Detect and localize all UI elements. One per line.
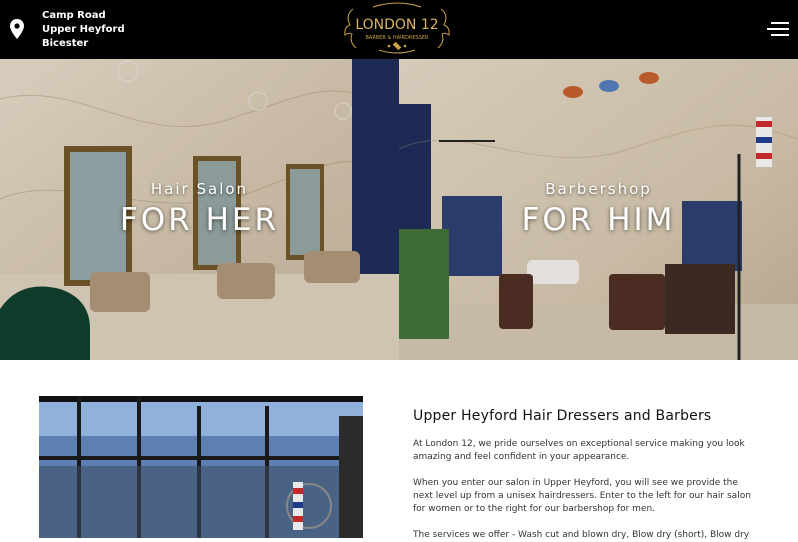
section-heading: Upper Heyford Hair Dressers and Barbers <box>413 408 712 424</box>
about-paragraph: The services we offer - Wash cut and blo… <box>413 530 750 540</box>
hamburger-menu-icon[interactable] <box>767 20 789 38</box>
about-section: Upper Heyford Hair Dressers and Barbers … <box>413 408 753 540</box>
barbershop-panel[interactable]: Barbershop FOR HIM <box>399 59 798 360</box>
storefront-image <box>39 396 363 538</box>
hero-title: FOR HIM <box>521 202 676 238</box>
brand-logo[interactable]: LONDON 12 BARBER & HAIRDRESSER <box>343 1 451 56</box>
scissors-icon <box>387 41 407 51</box>
address-line: Camp Road <box>42 10 106 21</box>
address-line: Upper Heyford <box>42 24 125 35</box>
hero-subtitle: Barbershop <box>545 180 652 198</box>
hero-title: FOR HER <box>119 202 280 238</box>
location-pin-icon <box>10 19 24 39</box>
site-header: Camp Road Upper Heyford Bicester LONDON … <box>0 0 798 59</box>
hair-salon-panel[interactable]: Hair Salon FOR HER <box>0 59 399 360</box>
about-paragraph: At London 12, we pride ourselves on exce… <box>413 439 745 462</box>
address: Camp Road Upper Heyford Bicester <box>42 9 125 51</box>
logo-tagline: BARBER & HAIRDRESSER <box>365 35 429 41</box>
hero-subtitle: Hair Salon <box>150 180 249 198</box>
logo-name: LONDON 12 <box>355 17 438 33</box>
about-paragraph: When you enter our salon in Upper Heyfor… <box>413 478 751 514</box>
hero-section: Hair Salon FOR HER Barbershop FOR HIM <box>0 59 798 360</box>
address-line: Bicester <box>42 38 89 49</box>
